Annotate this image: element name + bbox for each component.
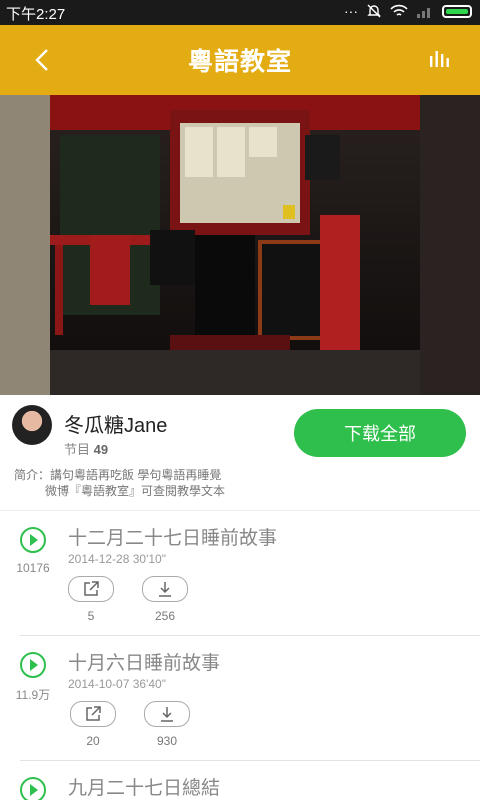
status-bar: 下午2:27 ··· xyxy=(0,0,480,25)
author-section: 冬瓜糖Jane 节目 49 下载全部 简介：講句粵語再吃飯 學句粵語再睡覺 微博… xyxy=(0,395,480,505)
chevron-left-icon[interactable] xyxy=(30,47,56,73)
download-all-button[interactable]: 下载全部 xyxy=(294,409,466,457)
download-button[interactable] xyxy=(142,576,188,602)
list-item[interactable]: 10176 十二月二十七日睡前故事 2014-12-28 30'10" 5 25… xyxy=(0,511,480,636)
download-count: 930 xyxy=(156,734,178,748)
cover-image xyxy=(0,95,480,395)
intro-text: 简介：講句粵語再吃飯 學句粵語再睡覺 微博『粵語教室』可查閱教學文本 xyxy=(14,467,225,499)
program-label: 节目 xyxy=(64,442,91,457)
share-button[interactable] xyxy=(70,701,116,727)
app-bar: 粵語教室 xyxy=(0,25,480,95)
author-name: 冬瓜糖Jane xyxy=(64,415,168,437)
episode-title[interactable]: 九月二十七日總結 xyxy=(68,773,220,800)
list-item[interactable]: 11.9万 十月六日睡前故事 2014-10-07 36'40" 20 930 xyxy=(0,636,480,761)
more-dots-icon: ··· xyxy=(344,3,358,19)
download-icon xyxy=(159,582,171,597)
bell-muted-icon xyxy=(367,4,381,18)
play-count: 10176 xyxy=(16,561,50,575)
intro-line-1: 简介：講句粵語再吃飯 學句粵語再睡覺 xyxy=(14,468,222,482)
play-icon[interactable] xyxy=(20,777,46,800)
intro-line-2: 微博『粵語教室』可查閱教學文本 xyxy=(45,484,226,498)
page-title: 粵語教室 xyxy=(187,48,292,76)
battery-icon xyxy=(442,4,472,18)
list-item[interactable]: 九月二十七日總結 xyxy=(0,761,480,800)
play-icon[interactable] xyxy=(20,527,46,553)
episode-title[interactable]: 十二月二十七日睡前故事 xyxy=(68,523,277,550)
avatar[interactable] xyxy=(12,405,52,445)
program-count: 节目 49 xyxy=(64,439,108,458)
share-count: 20 xyxy=(86,734,100,748)
episode-meta: 2014-10-07 36'40" xyxy=(68,677,166,691)
share-button[interactable] xyxy=(68,576,114,602)
play-count: 11.9万 xyxy=(15,688,51,702)
episode-meta: 2014-12-28 30'10" xyxy=(68,552,166,566)
play-icon[interactable] xyxy=(20,652,46,678)
share-count: 5 xyxy=(87,609,95,623)
signal-icon xyxy=(417,8,430,18)
download-count: 256 xyxy=(154,609,176,623)
equalizer-icon[interactable] xyxy=(428,47,452,71)
status-time: 下午2:27 xyxy=(6,6,66,23)
share-icon xyxy=(84,581,99,596)
status-icons: ··· xyxy=(344,3,472,19)
wifi-icon xyxy=(390,4,408,16)
share-icon xyxy=(86,706,101,721)
program-count-value: 49 xyxy=(93,442,109,457)
episode-title[interactable]: 十月六日睡前故事 xyxy=(68,648,220,675)
download-icon xyxy=(161,707,173,722)
download-button[interactable] xyxy=(144,701,190,727)
